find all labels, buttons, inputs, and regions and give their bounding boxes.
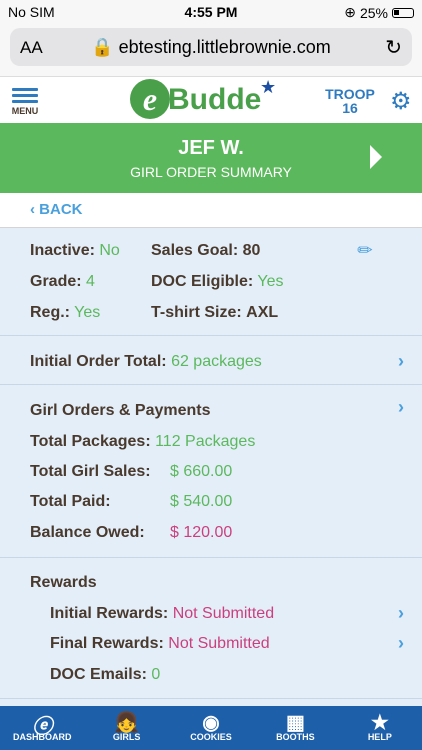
- initial-rewards-row[interactable]: Initial Rewards: Not Submitted: [50, 605, 274, 623]
- page-title: GIRL ORDER SUMMARY: [130, 164, 292, 180]
- doc-eligible-value: Yes: [257, 273, 284, 290]
- balance-owed-value: $ 120.00: [170, 524, 233, 541]
- gear-icon[interactable]: ⚙: [390, 87, 412, 116]
- cookie-icon: ◉: [202, 712, 220, 734]
- summary-content: ✎ Inactive: No Sales Goal: 80 Grade: 4 D…: [0, 228, 422, 706]
- dashboard-e-icon: ⓔ: [32, 716, 53, 738]
- menu-label: MENU: [11, 106, 39, 116]
- hamburger-icon: [10, 88, 40, 103]
- chevron-right-icon[interactable]: ›: [398, 397, 404, 418]
- initial-rewards-value: Not Submitted: [172, 605, 275, 622]
- logo-text: Budde: [168, 83, 262, 116]
- girl-info-section: ✎ Inactive: No Sales Goal: 80 Grade: 4 D…: [0, 228, 422, 336]
- back-bar: ‹ BACK: [0, 193, 422, 228]
- lock-rotation-icon: ⊕: [344, 4, 356, 20]
- grade-value: 4: [86, 273, 95, 290]
- total-packages-value: 112 Packages: [155, 433, 256, 450]
- girl-name: JEF W.: [178, 137, 244, 159]
- troop-button[interactable]: TROOP 16: [322, 87, 378, 115]
- tab-girls[interactable]: 👧 GIRLS: [84, 706, 168, 750]
- troop-label: TROOP: [325, 86, 375, 102]
- girl-banner: JEF W. GIRL ORDER SUMMARY: [0, 123, 422, 193]
- chevron-right-icon[interactable]: ›: [398, 351, 404, 372]
- tshirt-value: AXL: [246, 304, 279, 321]
- tab-dashboard[interactable]: ⓔ DASHBOARD: [0, 706, 84, 750]
- chevron-right-icon[interactable]: ›: [398, 603, 404, 624]
- final-rewards-value: Not Submitted: [168, 635, 270, 652]
- girl-orders-title: Girl Orders & Payments: [30, 402, 211, 419]
- rewards-title: Rewards: [30, 574, 97, 591]
- initial-order-value: 62 packages: [171, 353, 262, 370]
- back-button[interactable]: ‹ BACK: [30, 201, 83, 218]
- menu-button[interactable]: MENU: [10, 85, 40, 116]
- lock-icon: 🔒: [91, 37, 114, 57]
- booth-icon: ▦: [285, 712, 305, 734]
- tab-help[interactable]: ★ HELP: [338, 706, 422, 750]
- total-paid-value: $ 540.00: [170, 493, 233, 510]
- next-arrow-icon[interactable]: [370, 145, 382, 169]
- girl-orders-section: Girl Orders & Payments › Total Packages:…: [0, 385, 422, 558]
- rewards-section: Rewards Initial Rewards: Not Submitted ›…: [0, 558, 422, 699]
- star-icon: ★: [260, 77, 277, 97]
- total-sales-value: $ 660.00: [170, 463, 233, 480]
- chevron-right-icon[interactable]: ›: [398, 633, 404, 654]
- tab-cookies[interactable]: ◉ COOKIES: [169, 706, 253, 750]
- inactive-value: No: [99, 242, 120, 259]
- battery-percent: 25%: [359, 4, 388, 21]
- initial-order-row[interactable]: Initial Order Total: 62 packages ›: [0, 336, 422, 385]
- sales-goal-value: 80: [242, 242, 261, 259]
- bottom-tab-bar: ⓔ DASHBOARD 👧 GIRLS ◉ COOKIES ▦ BOOTHS ★…: [0, 706, 422, 750]
- tab-booths[interactable]: ▦ BOOTHS: [253, 706, 337, 750]
- reg-value: Yes: [74, 304, 101, 321]
- logo-e-icon: e: [130, 79, 170, 119]
- final-rewards-row[interactable]: Final Rewards: Not Submitted: [50, 635, 270, 653]
- browser-bar: AA 🔒 ebtesting.littlebrownie.com ↻: [0, 24, 422, 77]
- reload-icon[interactable]: ↻: [385, 35, 402, 60]
- help-icon: ★: [370, 712, 389, 734]
- doc-emails-value: 0: [151, 666, 161, 683]
- girl-icon: 👧: [114, 712, 140, 734]
- battery-icon: [392, 7, 414, 18]
- url-text: ebtesting.littlebrownie.com: [118, 37, 331, 57]
- ebudde-logo: e Budde ★: [130, 77, 290, 123]
- edit-pencil-icon[interactable]: ✎: [353, 238, 379, 264]
- app-header: MENU e Budde ★ TROOP 16 ⚙: [0, 77, 422, 123]
- troop-number: 16: [342, 100, 358, 116]
- address-bar[interactable]: AA 🔒 ebtesting.littlebrownie.com ↻: [10, 28, 412, 66]
- status-bar: No SIM 4:55 PM ⊕ 25%: [0, 0, 422, 24]
- chevron-left-icon: ‹: [30, 201, 40, 218]
